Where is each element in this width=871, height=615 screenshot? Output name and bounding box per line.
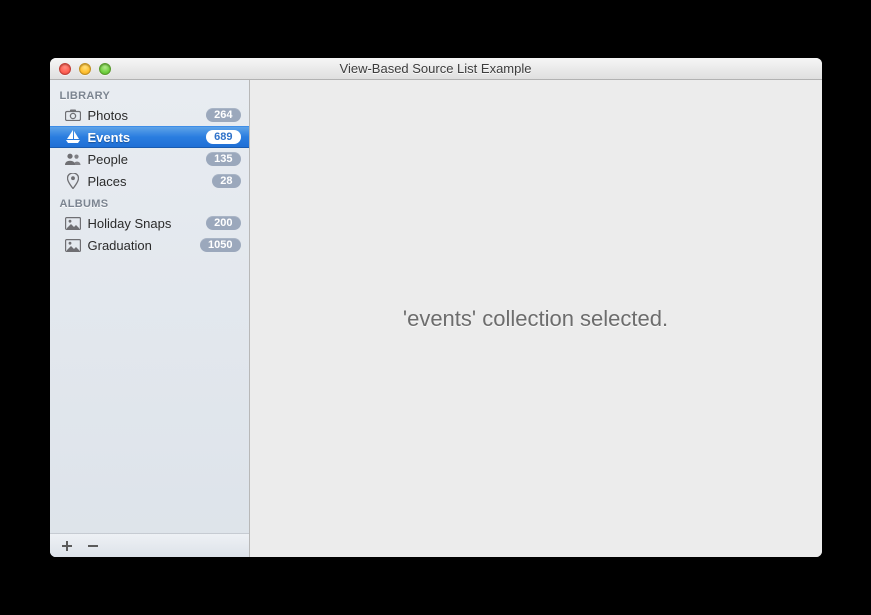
count-badge: 135 [206, 152, 240, 166]
people-icon [64, 151, 82, 167]
camera-icon [64, 107, 82, 123]
group-header: ALBUMS [50, 192, 249, 212]
sidebar: LIBRARY Photos 264 Events 689 People 135 Places… [50, 80, 250, 557]
sidebar-item-places[interactable]: Places 28 [50, 170, 249, 192]
zoom-button[interactable] [99, 63, 111, 75]
remove-button[interactable] [86, 539, 100, 553]
sailboat-icon [64, 129, 82, 145]
picture-icon [64, 237, 82, 253]
window-body: LIBRARY Photos 264 Events 689 People 135 Places… [50, 80, 822, 557]
close-button[interactable] [59, 63, 71, 75]
count-badge: 264 [206, 108, 240, 122]
titlebar[interactable]: View-Based Source List Example [50, 58, 822, 80]
sidebar-item-label: People [88, 152, 201, 167]
sidebar-item-graduation[interactable]: Graduation 1050 [50, 234, 249, 256]
count-badge: 689 [206, 130, 240, 144]
pin-icon [64, 173, 82, 189]
sidebar-item-label: Places [88, 174, 207, 189]
sidebar-item-label: Holiday Snaps [88, 216, 201, 231]
window-title: View-Based Source List Example [50, 61, 822, 76]
sidebar-footer [50, 533, 249, 557]
sidebar-item-people[interactable]: People 135 [50, 148, 249, 170]
picture-icon [64, 215, 82, 231]
content-message: 'events' collection selected. [403, 306, 668, 332]
minimize-button[interactable] [79, 63, 91, 75]
app-window: View-Based Source List Example LIBRARYPh… [50, 58, 822, 557]
sidebar-item-holiday-snaps[interactable]: Holiday Snaps 200 [50, 212, 249, 234]
add-button[interactable] [60, 539, 74, 553]
traffic-lights [50, 63, 111, 75]
sidebar-item-label: Photos [88, 108, 201, 123]
group-header: LIBRARY [50, 84, 249, 104]
sidebar-item-events[interactable]: Events 689 [50, 126, 249, 148]
content-pane: 'events' collection selected. [250, 80, 822, 557]
count-badge: 1050 [200, 238, 240, 252]
source-list[interactable]: LIBRARY Photos 264 Events 689 People 135 Places… [50, 80, 249, 533]
sidebar-item-label: Events [88, 130, 201, 145]
count-badge: 28 [212, 174, 240, 188]
sidebar-item-photos[interactable]: Photos 264 [50, 104, 249, 126]
sidebar-item-label: Graduation [88, 238, 195, 253]
count-badge: 200 [206, 216, 240, 230]
